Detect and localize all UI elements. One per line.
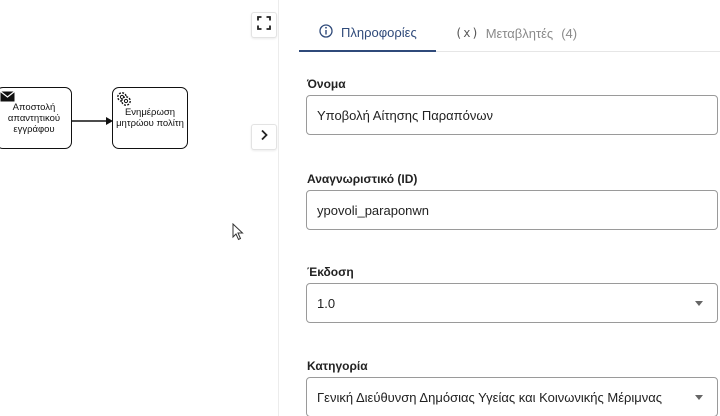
collapse-panel-button[interactable] bbox=[251, 124, 277, 150]
task-update-registry[interactable]: Ενημέρωση μητρώου πολίτη bbox=[112, 87, 188, 149]
tab-variables-label: Μεταβλητές bbox=[485, 25, 554, 41]
tab-info-label: Πληροφορίες bbox=[341, 24, 417, 40]
info-icon bbox=[319, 23, 333, 41]
id-field[interactable] bbox=[306, 190, 718, 230]
id-input[interactable] bbox=[317, 202, 717, 218]
version-value: 1.0 bbox=[317, 295, 336, 311]
properties-panel: Πληροφορίες (x) Μεταβλητές (4) Όνομα Ανα… bbox=[278, 0, 720, 416]
tab-variables[interactable]: (x) Μεταβλητές (4) bbox=[455, 14, 577, 52]
category-value: Γενική Διεύθυνση Δημόσιας Υγείας και Κοι… bbox=[317, 389, 663, 405]
task-label: Ενημέρωση μητρώου πολίτη bbox=[116, 107, 184, 129]
id-label: Αναγνωριστικό (ID) bbox=[307, 172, 418, 186]
gear-icon bbox=[116, 91, 132, 110]
name-input[interactable] bbox=[317, 107, 717, 123]
dropdown-arrow-icon bbox=[695, 394, 703, 400]
chevron-right-icon bbox=[259, 128, 269, 146]
version-select[interactable]: 1.0 bbox=[306, 283, 718, 323]
dropdown-arrow-icon bbox=[695, 300, 703, 306]
fullscreen-button[interactable] bbox=[251, 12, 277, 38]
tab-info[interactable]: Πληροφορίες bbox=[299, 14, 436, 52]
diagram-canvas[interactable]: Αποστολή απαντητικού εγγράφου Ενημέρωση … bbox=[0, 0, 278, 416]
version-label: Έκδοση bbox=[307, 265, 354, 279]
app-root: Αποστολή απαντητικού εγγράφου Ενημέρωση … bbox=[0, 0, 720, 416]
panel-tabs: Πληροφορίες (x) Μεταβλητές (4) bbox=[299, 14, 720, 52]
variables-icon: (x) bbox=[455, 26, 480, 40]
task-label: Αποστολή απαντητικού εγγράφου bbox=[7, 101, 61, 135]
category-label: Κατηγορία bbox=[307, 359, 368, 373]
mouse-cursor-icon bbox=[232, 222, 244, 246]
envelope-icon bbox=[0, 91, 15, 105]
sequence-flow-arrow[interactable] bbox=[72, 117, 114, 125]
name-field[interactable] bbox=[306, 95, 718, 135]
task-send-reply[interactable]: Αποστολή απαντητικού εγγράφου bbox=[0, 87, 72, 149]
category-select[interactable]: Γενική Διεύθυνση Δημόσιας Υγείας και Κοι… bbox=[306, 377, 718, 416]
tab-variables-count: (4) bbox=[561, 25, 578, 41]
name-label: Όνομα bbox=[307, 77, 346, 91]
fullscreen-icon bbox=[257, 15, 271, 35]
